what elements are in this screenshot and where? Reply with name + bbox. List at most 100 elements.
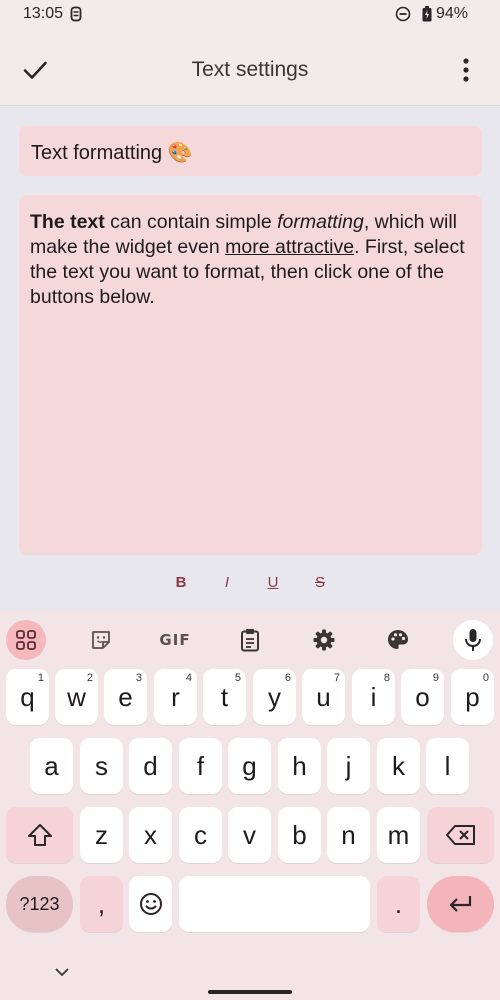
key-v[interactable]: v [228,807,271,863]
key-label: m [387,819,410,850]
gif-button[interactable]: GIF [155,620,195,660]
key-label: s [95,750,108,781]
settings-icon[interactable] [304,620,344,660]
key-n[interactable]: n [327,807,370,863]
body-text-input[interactable]: The text can contain simple formatting, … [19,195,482,555]
key-k[interactable]: k [377,738,420,794]
key-label: x [144,819,157,850]
enter-key[interactable] [427,876,494,932]
backspace-key[interactable] [427,807,494,863]
backspace-icon [445,825,475,845]
more-vert-icon[interactable] [454,56,478,84]
key-label: t [220,681,229,712]
key-label: , [97,888,106,919]
bold-segment: The text [30,211,105,233]
key-label: a [44,750,59,781]
key-r[interactable]: r4 [154,669,197,725]
key-label: k [392,750,405,781]
nav-gesture-handle[interactable] [208,990,292,994]
key-h[interactable]: h [278,738,321,794]
key-label: e [118,681,133,712]
key-hint: 8 [383,672,390,684]
key-label: y [268,681,281,712]
key-hint: 4 [185,672,192,684]
key-t[interactable]: t5 [203,669,246,725]
key-hint: 2 [86,672,93,684]
status-bar: 13:05 94% [0,0,500,30]
key-hint: 1 [37,672,44,684]
notification-icon [70,6,82,27]
key-f[interactable]: f [179,738,222,794]
symbols-key[interactable]: ?123 [6,876,73,932]
key-label: b [292,819,307,850]
key-o[interactable]: o9 [401,669,444,725]
page-title: Text settings [191,58,309,81]
key-label: c [194,819,207,850]
key-d[interactable]: d [129,738,172,794]
key-hint: 6 [284,672,291,684]
shift-icon [27,824,52,846]
italic-segment: formatting [277,211,364,233]
enter-icon [449,896,471,912]
key-label: r [171,681,180,712]
key-label: i [370,681,377,712]
key-s[interactable]: s [80,738,123,794]
italic-button[interactable]: I [213,574,241,591]
underline-button[interactable]: U [259,574,287,591]
text-segment: can contain simple [104,211,278,233]
key-label: o [415,681,430,712]
key-label: ?123 [19,893,60,914]
key-label: q [20,681,35,712]
key-hint: 5 [234,672,241,684]
key-y[interactable]: y6 [253,669,296,725]
status-time: 13:05 [23,5,64,22]
key-label: z [95,819,108,850]
key-label: h [292,750,307,781]
key-z[interactable]: z [80,807,123,863]
key-m[interactable]: m [377,807,420,863]
key-label: w [67,681,86,712]
key-label: f [196,750,205,781]
keyboard: GIF q1 w2 e3 r4 t5 y6 u7 i8 o9 p0 a s d … [0,610,500,1000]
strikethrough-button[interactable]: S [306,574,334,591]
chevron-down-icon[interactable] [54,964,70,982]
palette-icon[interactable] [378,620,418,660]
key-c[interactable]: c [179,807,222,863]
title-input-value: Text formatting 🎨 [31,142,193,164]
battery-icon [422,6,432,27]
mic-icon[interactable] [453,620,493,660]
key-label: j [345,750,352,781]
clipboard-icon[interactable] [230,620,270,660]
key-x[interactable]: x [129,807,172,863]
key-label: p [465,681,480,712]
space-key[interactable] [179,876,370,932]
key-hint: 0 [482,672,489,684]
emoji-key[interactable] [129,876,172,932]
key-w[interactable]: w2 [55,669,98,725]
shift-key[interactable] [6,807,73,863]
comma-key[interactable]: , [80,876,123,932]
key-label: n [341,819,356,850]
key-l[interactable]: l [426,738,469,794]
key-j[interactable]: j [327,738,370,794]
period-key[interactable]: . [377,876,420,932]
key-label: g [242,750,257,781]
bold-button[interactable]: B [167,574,195,591]
sticker-icon[interactable] [81,620,121,660]
key-hint: 7 [333,672,340,684]
title-input[interactable]: Text formatting 🎨 [19,126,482,176]
key-g[interactable]: g [228,738,271,794]
key-i[interactable]: i8 [352,669,395,725]
key-u[interactable]: u7 [302,669,345,725]
body-text-value: The text can contain simple formatting, … [30,210,476,310]
key-a[interactable]: a [30,738,73,794]
battery-percent: 94% [435,5,468,22]
key-p[interactable]: p0 [451,669,494,725]
key-e[interactable]: e3 [104,669,147,725]
key-label: l [444,750,451,781]
key-label: d [143,750,158,781]
emoji-icon [139,893,162,915]
apps-grid-icon[interactable] [6,620,46,660]
key-q[interactable]: q1 [6,669,49,725]
key-b[interactable]: b [278,807,321,863]
